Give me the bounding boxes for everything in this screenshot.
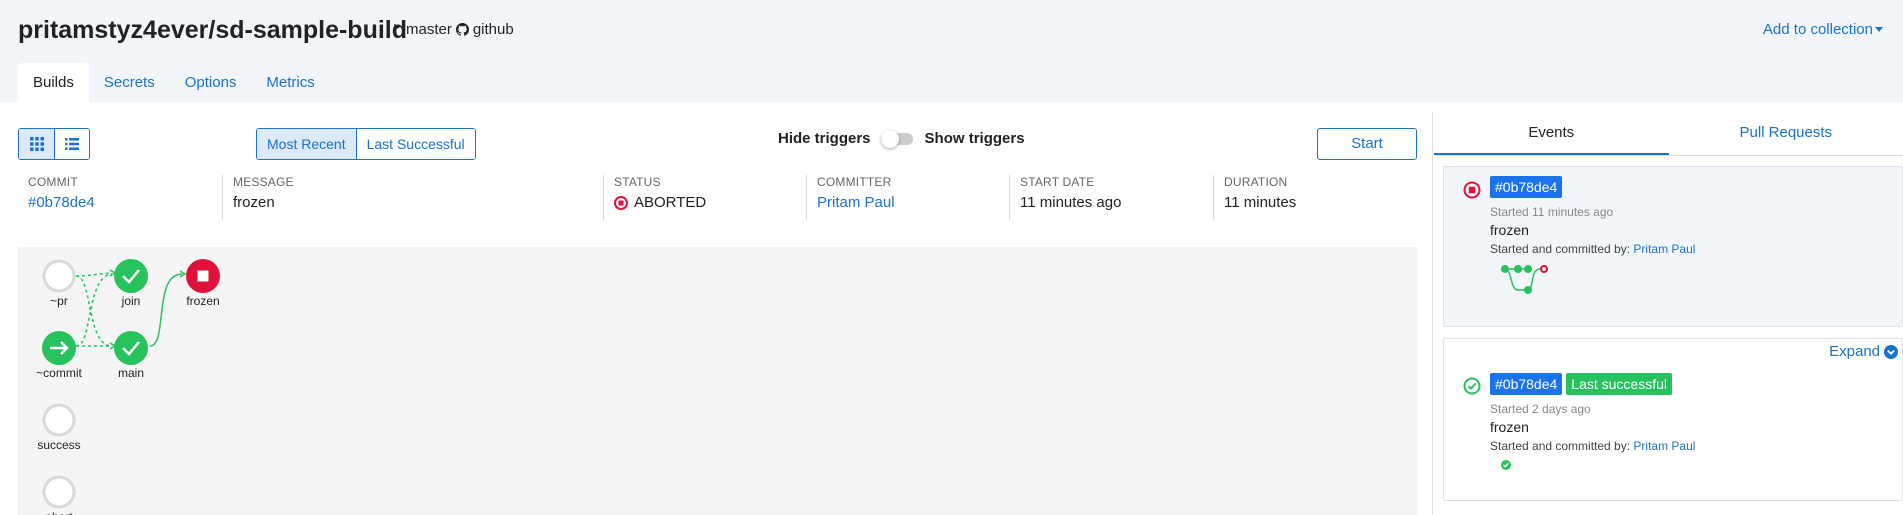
node-join[interactable] [114,259,148,293]
edge-commit-join [75,273,113,347]
duration-label: DURATION [1224,175,1288,189]
event-committer-link[interactable]: Pritam Paul [1633,439,1695,453]
message-label: MESSAGE [233,175,294,189]
expand-label: Expand [1829,343,1880,360]
duration-column: DURATION 11 minutes [1213,175,1403,220]
events-panel-tabs: Events Pull Requests [1434,118,1903,156]
aborted-status-icon [614,195,628,210]
event-mini-graph [1501,265,1548,294]
event-started: Started 11 minutes ago [1490,205,1614,219]
tab-options[interactable]: Options [170,63,252,102]
event-mini-graph [1501,460,1511,470]
event-tags: #0b78de4 [1490,176,1563,198]
repo-meta: master github [393,21,514,38]
node-commit[interactable] [42,331,76,365]
event-committer-link[interactable]: Pritam Paul [1633,242,1695,256]
github-icon [455,23,469,36]
committer-link[interactable]: Pritam Paul [817,194,1009,211]
node-label-commit: ~commit [36,366,82,380]
duration-value: 11 minutes [1224,194,1297,211]
status-label: STATUS [614,175,661,189]
commit-column: COMMIT #0b78de4 [18,175,222,220]
workflow-graph: ~pr join frozen ~commit main success abo… [18,247,1418,515]
panel-divider [1432,112,1433,515]
commit-sha-link[interactable]: #0b78de4 [28,194,222,211]
build-info: COMMIT #0b78de4 MESSAGE frozen STATUS AB… [18,175,1403,220]
most-recent-button[interactable]: Most Recent [257,129,356,159]
event-started: Started 2 days ago [1490,402,1591,416]
aborted-status-icon [1463,181,1481,199]
tab-events[interactable]: Events [1434,118,1669,155]
edge-pr-main [75,275,113,347]
hide-triggers-label: Hide triggers [778,130,871,147]
tab-metrics[interactable]: Metrics [251,63,329,102]
expand-button[interactable]: Expand [1829,343,1898,360]
node-abort[interactable] [42,475,76,509]
list-view-button[interactable] [54,129,89,159]
node-label-success: success [37,438,81,452]
committer-label: COMMITTER [817,175,892,189]
add-to-collection-dropdown[interactable]: Add to collection [1763,21,1883,38]
event-committer: Started and committed by: Pritam Paul [1490,439,1695,453]
tab-pull-requests[interactable]: Pull Requests [1669,118,1903,155]
triggers-toggle: Hide triggers Show triggers [778,129,1025,148]
repo-title: pritamstyz4ever/sd-sample-build [18,16,408,44]
start-date-column: START DATE 11 minutes ago [1009,175,1213,220]
scm-name[interactable]: github [473,21,514,38]
last-successful-badge: Last successful [1566,373,1673,395]
start-date-label: START DATE [1020,175,1095,189]
status-text: ABORTED [634,194,707,211]
tab-builds[interactable]: Builds [18,63,89,102]
commit-message: frozen [233,194,275,211]
list-icon [65,138,79,150]
event-card[interactable]: Expand #0b78de4 Last successful Started … [1443,338,1903,501]
event-sha-tag[interactable]: #0b78de4 [1490,176,1563,198]
view-toggle [18,128,90,160]
event-message: frozen [1490,419,1529,435]
branch-name[interactable]: master [406,21,452,38]
success-status-icon [1463,377,1481,395]
event-tags: #0b78de4 Last successful [1490,373,1673,395]
commit-label: COMMIT [28,175,78,189]
workflow-graph-canvas [42,259,220,509]
node-label-join: join [121,294,141,308]
add-to-collection-label: Add to collection [1762,21,1873,38]
event-card[interactable]: #0b78de4 Started 11 minutes ago frozen S… [1443,166,1903,327]
event-committer: Started and committed by: Pritam Paul [1490,242,1695,256]
status-value: ABORTED [614,194,806,211]
start-button[interactable]: Start [1317,128,1417,160]
chevron-down-icon [1884,344,1898,359]
caret-down-icon [1875,27,1883,32]
grid-icon [29,137,44,151]
build-sort-toggle: Most Recent Last Successful [256,128,476,160]
node-success[interactable] [42,403,76,437]
node-label-frozen: frozen [186,294,220,308]
node-label-main: main [117,366,144,380]
graph-view-button[interactable] [19,129,54,159]
branch-icon [394,24,401,35]
node-label-pr: ~pr [50,294,68,308]
node-pr[interactable] [42,259,76,293]
last-successful-button[interactable]: Last Successful [355,129,475,159]
node-label-abort: abort [19,510,99,515]
node-main[interactable] [114,331,148,365]
tab-secrets[interactable]: Secrets [89,63,170,102]
edge-main-frozen [149,273,183,347]
message-column: MESSAGE frozen [222,175,603,220]
show-triggers-label: Show triggers [924,130,1025,147]
committer-column: COMMITTER Pritam Paul [806,175,1009,220]
event-message: frozen [1490,222,1529,238]
event-committer-prefix: Started and committed by: [1490,439,1631,453]
event-sha-tag[interactable]: #0b78de4 [1490,373,1563,395]
triggers-switch[interactable] [880,129,913,148]
status-column: STATUS ABORTED [603,175,806,220]
page-tabs: Builds Secrets Options Metrics [18,63,330,102]
node-frozen[interactable] [186,259,220,293]
start-date-value: 11 minutes ago [1020,194,1122,211]
event-committer-prefix: Started and committed by: [1490,242,1631,256]
